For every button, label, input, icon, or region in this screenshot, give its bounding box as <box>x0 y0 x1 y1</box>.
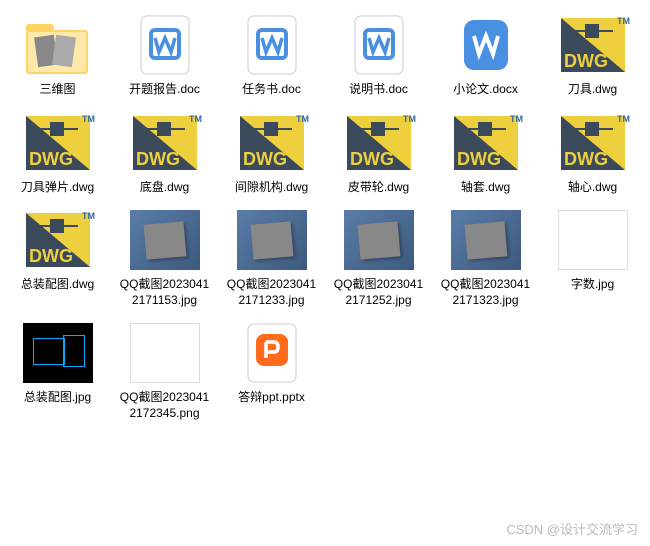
thumb-3d-icon <box>339 205 419 275</box>
thumb-dark-icon <box>18 318 98 388</box>
svg-text:DWG: DWG <box>564 51 608 71</box>
svg-text:DWG: DWG <box>457 149 501 169</box>
svg-text:TM: TM <box>617 114 630 124</box>
svg-text:TM: TM <box>510 114 523 124</box>
file-label: 间隙机构.dwg <box>235 180 308 196</box>
folder-icon <box>18 10 98 80</box>
file-item[interactable]: 小论文.docx <box>436 10 535 98</box>
file-item[interactable]: QQ截图20230412171252.jpg <box>329 205 428 308</box>
file-item[interactable]: QQ截图20230412171323.jpg <box>436 205 535 308</box>
dwg-icon: TM DWG <box>446 108 526 178</box>
thumb-3d-icon <box>446 205 526 275</box>
pptx-icon <box>232 318 312 388</box>
file-item[interactable]: 开题报告.doc <box>115 10 214 98</box>
file-item[interactable]: 答辩ppt.pptx <box>222 318 321 421</box>
thumb-3d-icon <box>125 205 205 275</box>
file-item[interactable]: TM DWG 轴心.dwg <box>543 108 642 196</box>
file-item[interactable]: TM DWG 轴套.dwg <box>436 108 535 196</box>
file-label: 刀具.dwg <box>568 82 617 98</box>
file-item[interactable]: TM DWG 底盘.dwg <box>115 108 214 196</box>
file-label: QQ截图20230412172345.png <box>117 390 212 421</box>
file-label: QQ截图20230412171252.jpg <box>331 277 426 308</box>
file-item[interactable]: 总装配图.jpg <box>8 318 107 421</box>
file-label: QQ截图20230412171323.jpg <box>438 277 533 308</box>
file-label: 任务书.doc <box>242 82 301 98</box>
file-item[interactable]: 三维图 <box>8 10 107 98</box>
file-item[interactable]: TM DWG 皮带轮.dwg <box>329 108 428 196</box>
docx-icon <box>446 10 526 80</box>
file-item[interactable]: TM DWG 刀具弹片.dwg <box>8 108 107 196</box>
file-label: 字数.jpg <box>571 277 614 293</box>
file-item[interactable]: 任务书.doc <box>222 10 321 98</box>
svg-text:DWG: DWG <box>29 246 73 266</box>
dwg-icon: TM DWG <box>553 10 633 80</box>
doc-icon <box>232 10 312 80</box>
file-label: 总装配图.dwg <box>21 277 94 293</box>
file-label: 轴套.dwg <box>461 180 510 196</box>
file-item[interactable]: QQ截图20230412171233.jpg <box>222 205 321 308</box>
svg-text:DWG: DWG <box>243 149 287 169</box>
file-item[interactable]: TM DWG 刀具.dwg <box>543 10 642 98</box>
file-label: 说明书.doc <box>349 82 408 98</box>
file-label: 底盘.dwg <box>140 180 189 196</box>
file-label: 皮带轮.dwg <box>348 180 409 196</box>
thumb-parts-icon <box>125 318 205 388</box>
file-label: 刀具弹片.dwg <box>21 180 94 196</box>
file-item[interactable]: 说明书.doc <box>329 10 428 98</box>
dwg-icon: TM DWG <box>18 205 98 275</box>
file-grid: 三维图 开题报告.doc 任务书.doc 说明书.doc 小论文.docx TM DWG 刀具… <box>0 0 650 432</box>
dwg-icon: TM DWG <box>553 108 633 178</box>
doc-icon <box>125 10 205 80</box>
file-item[interactable]: 字数.jpg <box>543 205 642 308</box>
svg-text:TM: TM <box>296 114 309 124</box>
file-item[interactable]: TM DWG 间隙机构.dwg <box>222 108 321 196</box>
file-label: 轴心.dwg <box>568 180 617 196</box>
file-label: QQ截图20230412171233.jpg <box>224 277 319 308</box>
svg-text:TM: TM <box>82 114 95 124</box>
file-label: 开题报告.doc <box>129 82 200 98</box>
thumb-doc-icon <box>553 205 633 275</box>
svg-text:TM: TM <box>403 114 416 124</box>
file-label: 小论文.docx <box>453 82 518 98</box>
file-item[interactable]: QQ截图20230412171153.jpg <box>115 205 214 308</box>
file-label: 总装配图.jpg <box>24 390 91 406</box>
svg-text:DWG: DWG <box>136 149 180 169</box>
svg-text:DWG: DWG <box>29 149 73 169</box>
file-item[interactable]: QQ截图20230412172345.png <box>115 318 214 421</box>
dwg-icon: TM DWG <box>339 108 419 178</box>
thumb-3d-icon <box>232 205 312 275</box>
dwg-icon: TM DWG <box>125 108 205 178</box>
file-label: QQ截图20230412171153.jpg <box>117 277 212 308</box>
doc-icon <box>339 10 419 80</box>
svg-text:TM: TM <box>189 114 202 124</box>
dwg-icon: TM DWG <box>18 108 98 178</box>
svg-text:TM: TM <box>617 16 630 26</box>
watermark-text: CSDN @设计交流学习 <box>506 519 638 538</box>
svg-text:DWG: DWG <box>350 149 394 169</box>
file-item[interactable]: TM DWG 总装配图.dwg <box>8 205 107 308</box>
file-label: 三维图 <box>39 82 75 98</box>
dwg-icon: TM DWG <box>232 108 312 178</box>
file-label: 答辩ppt.pptx <box>238 390 305 406</box>
svg-text:TM: TM <box>82 211 95 221</box>
svg-text:DWG: DWG <box>564 149 608 169</box>
